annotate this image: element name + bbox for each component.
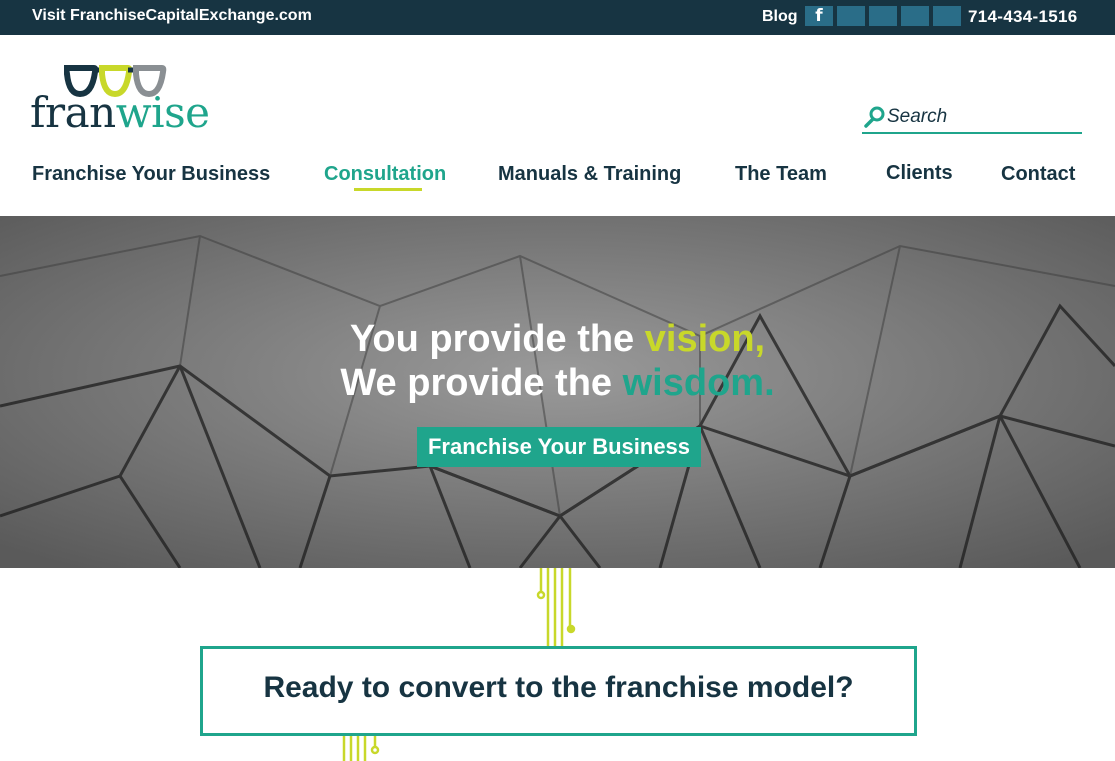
section-heading: Ready to convert to the franchise model? xyxy=(263,671,854,704)
ready-callout-box: Ready to convert to the franchise model? xyxy=(200,646,917,736)
